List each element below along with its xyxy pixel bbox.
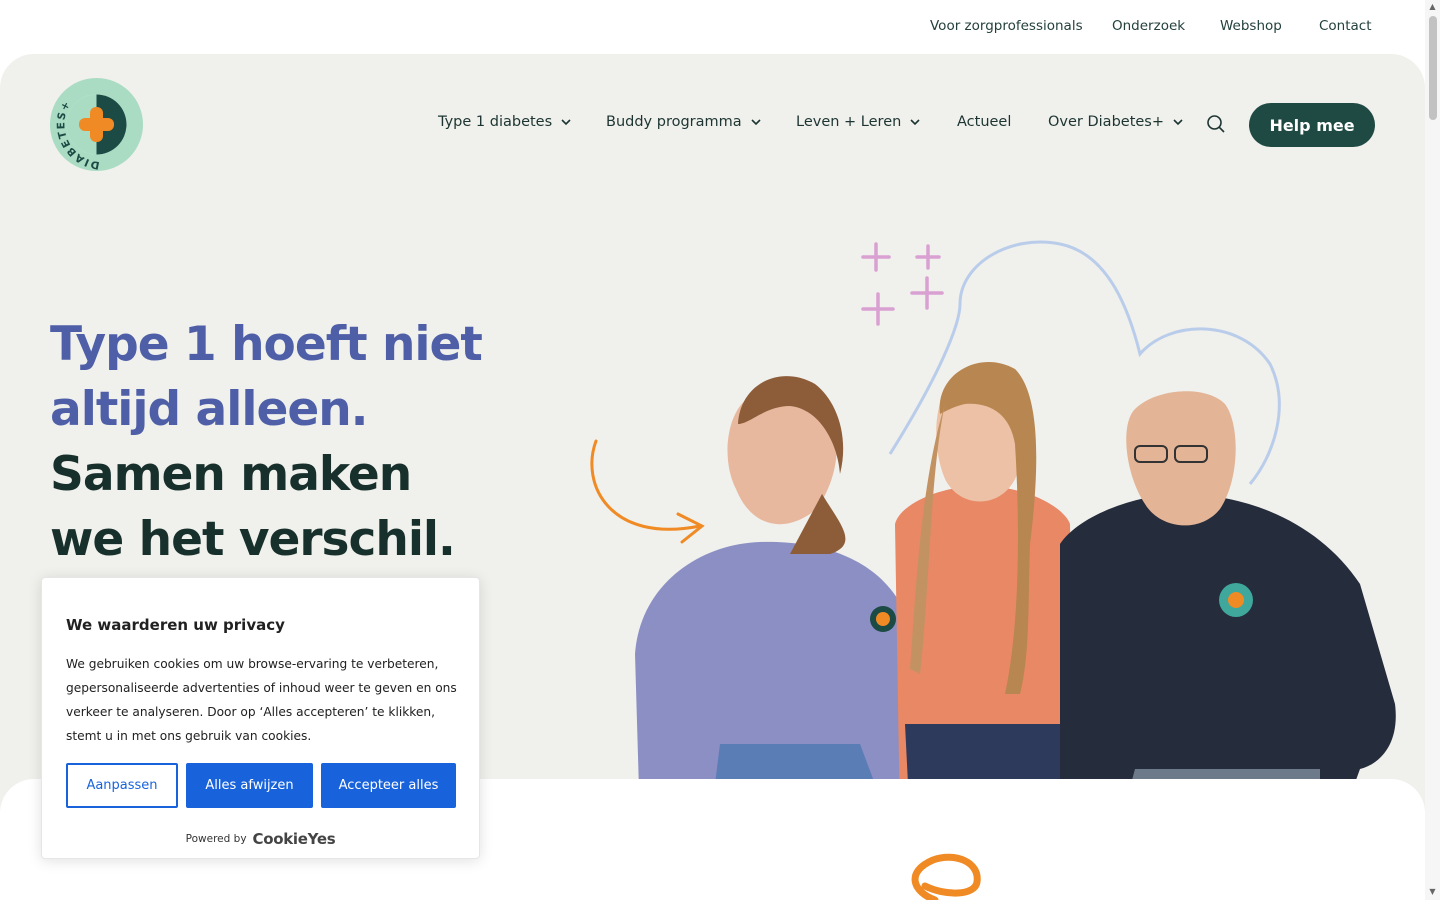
utility-nav: Voor zorgprofessionals Onderzoek Webshop… xyxy=(0,0,1440,54)
utility-link-contact[interactable]: Contact xyxy=(1319,18,1372,34)
accept-all-button[interactable]: Accepteer alles xyxy=(321,763,456,808)
orange-swirl-icon xyxy=(911,853,981,900)
scroll-down-arrow-icon[interactable]: ▼ xyxy=(1428,887,1437,896)
diabetes-plus-logo[interactable]: DIABETES+ xyxy=(50,78,143,171)
person-right xyxy=(1060,391,1396,814)
headline-line-1: Type 1 hoeft niet xyxy=(50,317,483,372)
pink-plus-decoration xyxy=(861,242,944,326)
scroll-up-arrow-icon[interactable]: ▲ xyxy=(1428,2,1437,11)
nav-actueel[interactable]: Actueel xyxy=(957,114,1011,130)
cookie-body: We gebruiken cookies om uw browse-ervari… xyxy=(66,657,457,743)
headline-line-2: altijd alleen. xyxy=(50,382,369,437)
powered-by-label: Powered by xyxy=(185,833,247,845)
person-left xyxy=(635,376,920,814)
chevron-down-icon xyxy=(1173,119,1183,126)
nav-label: Over Diabetes+ xyxy=(1048,114,1164,130)
nav-buddy-programma[interactable]: Buddy programma xyxy=(606,114,762,130)
nav-label: Type 1 diabetes xyxy=(438,114,553,130)
person-center xyxy=(895,361,1075,814)
nav-leven-leren[interactable]: Leven + Leren xyxy=(796,114,921,130)
chevron-down-icon xyxy=(561,119,571,126)
cookie-title: We waarderen uw privacy xyxy=(66,616,285,634)
hero-headline: Type 1 hoeft niet altijd alleen. Samen m… xyxy=(50,312,510,572)
powered-by: Powered by CookieYes xyxy=(42,830,479,848)
nav-type-1-diabetes[interactable]: Type 1 diabetes xyxy=(438,114,572,130)
search-icon[interactable] xyxy=(1206,114,1226,134)
chevron-down-icon xyxy=(910,119,920,126)
cookie-buttons: Aanpassen Alles afwijzen Accepteer alles xyxy=(66,763,456,808)
help-mee-button[interactable]: Help mee xyxy=(1249,103,1375,147)
chevron-down-icon xyxy=(751,119,761,126)
reject-all-button[interactable]: Alles afwijzen xyxy=(186,763,313,808)
nav-label: Leven + Leren xyxy=(796,114,902,130)
cookie-consent-banner: We waarderen uw privacy We gebruiken coo… xyxy=(41,577,480,859)
utility-link-webshop[interactable]: Webshop xyxy=(1220,18,1282,34)
orange-arrow-decoration xyxy=(590,439,705,544)
scrollbar[interactable]: ▲ ▼ xyxy=(1425,0,1440,900)
utility-link-onderzoek[interactable]: Onderzoek xyxy=(1112,18,1185,34)
utility-link-zorgprofessionals[interactable]: Voor zorgprofessionals xyxy=(930,18,1083,34)
headline-line-4: we het verschil. xyxy=(50,512,456,567)
cookieyes-logo[interactable]: CookieYes xyxy=(253,830,336,848)
nav-over-diabetes[interactable]: Over Diabetes+ xyxy=(1048,114,1184,130)
nav-label: Buddy programma xyxy=(606,114,742,130)
customize-button[interactable]: Aanpassen xyxy=(66,763,178,808)
headline-line-3: Samen maken xyxy=(50,447,412,502)
nav-label: Actueel xyxy=(957,114,1012,130)
scroll-thumb[interactable] xyxy=(1429,16,1437,120)
hero-group-photo xyxy=(590,240,1396,814)
